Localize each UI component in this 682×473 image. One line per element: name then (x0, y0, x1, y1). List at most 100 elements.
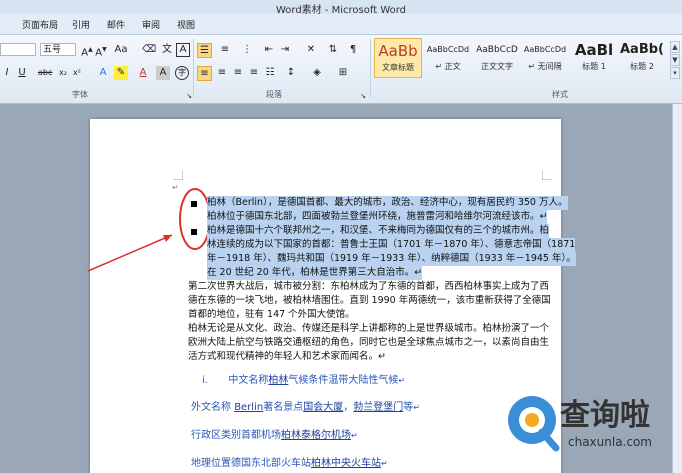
list-item: i. 中文名称柏林气候条件温带大陆性气候↵ (202, 375, 406, 386)
borders-icon[interactable]: ⊞ (336, 66, 350, 80)
highlight-icon[interactable]: ✎ (114, 66, 128, 80)
doc-line: 年－1918 年）、魏玛共和国（1919 年－1933 年）、纳粹德国（1933… (207, 252, 576, 266)
shrink-font-icon[interactable]: A▼ (94, 43, 108, 58)
tab-mailings[interactable]: 邮件 (107, 18, 125, 31)
multilevel-list-icon[interactable]: ⋮ (240, 43, 254, 57)
info-line: 地理位置德国东北部火车站柏林中央火车站↵ (191, 458, 388, 469)
shading-icon[interactable]: ◈ (310, 66, 324, 80)
font-color-icon[interactable]: A (136, 66, 150, 80)
doc-line: 林连续的成为以下国家的首都：普鲁士王国（1701 年－1870 年）、德意志帝国… (207, 238, 576, 252)
font-name-combo[interactable] (0, 43, 36, 56)
chinese-layout-icon[interactable]: ✕ (304, 43, 318, 57)
styles-group-label: 样式 (552, 90, 568, 99)
doc-line: 柏林位于德国东北部，四面被勃兰登堡州环绕，施普雷河和哈维尔河流经该市。↵ (207, 210, 548, 224)
style-preview: AaBbCcDd (523, 45, 567, 54)
info-text: 等 (403, 402, 414, 413)
style-heading-2[interactable]: AaBb( 标题 2 (618, 38, 666, 78)
style-name: 正文文字 (481, 62, 513, 71)
change-case-icon[interactable]: Aa (114, 43, 128, 57)
ribbon-tabs: 页面布局 引用 邮件 审阅 视图 (0, 14, 682, 35)
text-effects-icon[interactable]: A (96, 66, 110, 80)
info-text: ， (343, 402, 354, 413)
italic-icon[interactable]: I (0, 66, 14, 80)
strikethrough-icon[interactable]: abc (38, 66, 52, 80)
tab-page-layout[interactable]: 页面布局 (22, 18, 58, 31)
sort-icon[interactable]: ⇅ (326, 43, 340, 57)
distributed-icon[interactable]: ☷ (263, 66, 277, 80)
style-normal[interactable]: AaBbCcDd ↵ 正文 (424, 38, 472, 78)
style-preview: AaBbCcD (476, 45, 518, 55)
numbering-icon[interactable]: ≡ (218, 43, 232, 57)
doc-line: 活方式和现代精神的年轻人和艺术家而闻名。↵ (188, 351, 386, 362)
hyperlink[interactable]: 柏林泰格尔机场 (281, 430, 351, 441)
underline-icon[interactable]: U (15, 66, 29, 80)
list-text: 气候条件温带大陆性气候 (288, 375, 399, 386)
info-line: 行政区类别首都机场柏林泰格尔机场↵ (191, 430, 358, 441)
paragraph-dialog-launcher-icon[interactable]: ↘ (356, 89, 370, 103)
info-text: 地理位置德国东北部火车站 (191, 458, 311, 469)
annotation-overlay (87, 188, 211, 272)
style-article-title[interactable]: AaBb 文章标题 (374, 38, 422, 78)
group-separator (370, 39, 371, 97)
bullets-icon[interactable]: ☰ (197, 43, 212, 58)
enclose-char-icon[interactable]: 字 (175, 66, 189, 80)
hyperlink[interactable]: 柏林 (268, 375, 288, 386)
subscript-icon[interactable]: x₂ (56, 66, 70, 80)
hyperlink[interactable]: Berlin (234, 402, 263, 413)
doc-line: 德在东德的一块飞地，被柏林墙围住。直到 1990 年两德统一，该市重新获得了全德… (188, 295, 551, 306)
info-text: 著名景点 (263, 402, 304, 413)
tab-references[interactable]: 引用 (72, 18, 90, 31)
style-heading-1[interactable]: AaBl 标题 1 (570, 38, 618, 78)
style-preview: AaBl (574, 41, 614, 59)
align-left-icon[interactable]: ≡ (197, 66, 212, 81)
superscript-icon[interactable]: x² (70, 66, 84, 80)
tab-view[interactable]: 视图 (177, 18, 195, 31)
doc-line: 柏林是德国十六个联邦州之一，和汉堡、不来梅同为德国仅有的三个的城市州。柏 (207, 224, 550, 238)
watermark-url: chaxunla.com (568, 435, 652, 449)
group-separator (193, 39, 194, 97)
line-spacing-icon[interactable]: ↕ (284, 66, 298, 80)
show-marks-icon[interactable]: ¶ (346, 43, 360, 57)
doc-line: 柏林（Berlin），是德国首都、最大的城市，政治、经济中心，现有居民约 350… (207, 196, 568, 210)
decrease-indent-icon[interactable]: ⇤ (262, 43, 276, 57)
font-size-combo[interactable]: 五号 (40, 43, 76, 56)
tab-review[interactable]: 审阅 (142, 18, 160, 31)
grow-font-icon[interactable]: A▲ (80, 43, 94, 58)
style-no-spacing[interactable]: AaBbCcDd ↵ 无间隔 (521, 38, 569, 78)
paragraph-group-label: 段落 (266, 90, 282, 99)
style-preview: AaBb (378, 42, 418, 60)
annotation-arrow (87, 234, 173, 272)
info-line: 外文名称 Berlin著名景点国会大厦，勃兰登堡门等↵ (191, 402, 420, 413)
margin-corner-mark (173, 170, 183, 180)
style-name: 标题 2 (630, 62, 654, 71)
style-name: 文章标题 (382, 63, 414, 72)
styles-more-icon[interactable]: ▾ (670, 67, 680, 79)
phonetic-guide-icon[interactable]: 文 (160, 43, 174, 57)
justify-icon[interactable]: ≡ (247, 66, 261, 80)
char-shading-icon[interactable]: A (156, 66, 170, 80)
doc-line: 第二次世界大战后，城市被分割：东柏林成为了东德的首都，西西柏林事实上成为了西 (188, 281, 550, 292)
list-marker: i. (202, 375, 208, 386)
info-text: 外文名称 (191, 402, 235, 413)
align-center-icon[interactable]: ≡ (215, 66, 229, 80)
doc-line: 柏林无论是从文化、政治、传媒还是科学上讲都称的上是世界级城市。柏林扮演了一个 (188, 323, 550, 334)
hyperlink[interactable]: 国会大厦 (303, 402, 343, 413)
clear-format-icon[interactable]: ⌫ (142, 43, 156, 57)
style-preview: AaBbCcDd (426, 45, 470, 54)
info-text: 行政区类别首都机场 (191, 430, 281, 441)
align-right-icon[interactable]: ≡ (231, 66, 245, 80)
styles-scroll-up-icon[interactable]: ▲ (670, 41, 680, 53)
margin-corner-mark (542, 170, 552, 180)
doc-line: 首都的地位，驻有 147 个外国大使馆。 (188, 309, 355, 320)
style-name: ↵ 正文 (435, 62, 461, 71)
char-border-icon[interactable]: A (176, 43, 190, 57)
style-preview: AaBb( (620, 42, 664, 57)
style-body-text[interactable]: AaBbCcD 正文文字 (473, 38, 521, 78)
hyperlink[interactable]: 勃兰登堡门 (353, 402, 403, 413)
styles-scroll-down-icon[interactable]: ▼ (670, 54, 680, 66)
ribbon: 五号 A▲ A▼ Aa ⌫ 文 A I U abc x₂ x² A ✎ A A … (0, 35, 682, 104)
increase-indent-icon[interactable]: ⇥ (278, 43, 292, 57)
watermark-text: 查询啦 (560, 398, 650, 433)
style-name: ↵ 无间隔 (528, 62, 562, 71)
hyperlink[interactable]: 柏林中央火车站 (311, 458, 381, 469)
